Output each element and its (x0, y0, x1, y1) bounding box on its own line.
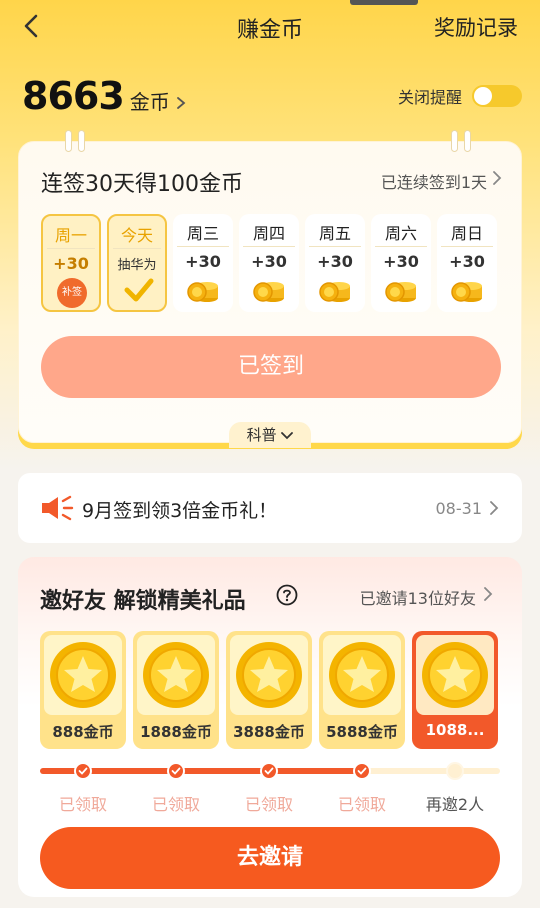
day-prize: 抽华为 (117, 258, 157, 273)
reward-status: 已领取 (337, 795, 386, 814)
star-coin-icon (44, 635, 122, 715)
coin-unit: 金币 (129, 90, 170, 114)
reward-amount: 3888金币 (233, 723, 305, 741)
checkin-title: 连签30天得100金币 (41, 172, 243, 197)
invited-count-link[interactable]: 已邀请13位好友 (360, 585, 476, 609)
top-bar: 赚金币 奖励记录 (0, 0, 540, 52)
reward-amount: 1088... (425, 721, 485, 739)
checkpoint-check-icon (260, 762, 278, 780)
signed-button[interactable]: 已签到 (41, 336, 501, 398)
notice-text: 9月签到领3倍金币礼！ (82, 500, 278, 522)
day-card-fri[interactable]: 周五 +30 (305, 214, 365, 312)
reward-amount: 5888金币 (326, 723, 398, 741)
reward-tier[interactable]: 1888金币 (133, 631, 219, 749)
invite-card: 邀好友 解锁精美礼品 已邀请13位好友 888金币 1888金币 3888金币 (18, 557, 522, 897)
reward-status: 已领取 (58, 795, 107, 814)
day-card-wed[interactable]: 周三 +30 (173, 214, 233, 312)
checkpoint-pending (446, 762, 464, 780)
day-card-thu[interactable]: 周四 +30 (239, 214, 299, 312)
reward-tiers: 888金币 1888金币 3888金币 5888金币 1088... (40, 631, 500, 749)
reward-status: 再邀2人 (425, 795, 485, 814)
coin-balance[interactable]: 8663 金币 (22, 74, 188, 118)
reward-tier[interactable]: 5888金币 (319, 631, 405, 749)
invite-title: 邀好友 解锁精美礼品 (40, 589, 246, 614)
notice-banner[interactable]: 9月签到领3倍金币礼！ 08-31 (18, 473, 522, 543)
day-card-today[interactable]: 今天 抽华为 (107, 214, 167, 312)
speaker-icon (42, 495, 74, 521)
binder-ring-icon (449, 130, 475, 152)
chevron-right-icon (490, 501, 499, 515)
day-points: +30 (449, 252, 485, 271)
checkpoint-check-icon (74, 762, 92, 780)
day-label: 周五 (318, 224, 351, 243)
go-invite-button[interactable]: 去邀请 (40, 827, 500, 889)
day-label: 今天 (120, 226, 153, 245)
star-coin-icon (137, 635, 215, 715)
kepu-toggle[interactable]: 科普 (229, 422, 311, 448)
star-coin-icon (230, 635, 308, 715)
help-icon[interactable] (276, 584, 298, 606)
toggle-knob (474, 87, 492, 105)
day-points: +30 (185, 252, 221, 271)
star-coin-icon (416, 635, 494, 715)
reward-status: 已领取 (244, 795, 293, 814)
coin-stack-icon (187, 282, 218, 302)
notice-date: 08-31 (435, 499, 483, 518)
reward-records-link[interactable]: 奖励记录 (434, 12, 518, 42)
reward-tier[interactable]: 888金币 (40, 631, 126, 749)
day-card-sat[interactable]: 周六 +30 (371, 214, 431, 312)
chevron-right-icon (176, 97, 186, 109)
day-label: 周日 (450, 224, 483, 243)
day-label: 周六 (384, 224, 417, 243)
day-points: +30 (383, 252, 419, 271)
checkin-card: 连签30天得100金币 已连续签到1天 周一 +30 补签 今天 抽华为 周三 … (18, 130, 522, 448)
day-points: +30 (251, 252, 287, 271)
reward-tier-next[interactable]: 1088... (412, 631, 498, 749)
day-points: +30 (317, 252, 353, 271)
reminder-setting: 关闭提醒 (398, 84, 522, 108)
day-points: +30 (53, 254, 89, 273)
week-days: 周一 +30 补签 今天 抽华为 周三 +30 周四 +30 周五 +30 周六… (41, 214, 501, 312)
reward-tier[interactable]: 3888金币 (226, 631, 312, 749)
day-card-mon[interactable]: 周一 +30 补签 (41, 214, 101, 312)
day-card-sun[interactable]: 周日 +30 (437, 214, 497, 312)
chevron-right-icon (493, 171, 502, 185)
makeup-badge[interactable]: 补签 (57, 278, 87, 308)
reward-amount: 888金币 (52, 723, 114, 741)
checkpoint-check-icon (353, 762, 371, 780)
checkmark-icon (124, 278, 154, 302)
coin-stack-icon (319, 282, 350, 302)
kepu-label: 科普 (246, 426, 277, 444)
coin-stack-icon (385, 282, 416, 302)
reminder-label: 关闭提醒 (397, 88, 462, 107)
coin-stack-icon (451, 282, 482, 302)
reward-amount: 1888金币 (140, 723, 212, 741)
invite-progress (40, 759, 500, 783)
reward-status: 已领取 (151, 795, 200, 814)
chevron-right-icon (484, 587, 493, 601)
coin-stack-icon (253, 282, 284, 302)
chevron-down-icon (281, 431, 294, 439)
day-label: 周四 (252, 224, 285, 243)
reminder-toggle[interactable] (472, 85, 522, 107)
day-label: 周一 (54, 226, 87, 245)
star-coin-icon (323, 635, 401, 715)
reward-states: 已领取 已领取 已领取 已领取 再邀2人 (40, 791, 500, 814)
checkpoint-check-icon (167, 762, 185, 780)
day-label: 周三 (186, 224, 219, 243)
coin-amount: 8663 (22, 74, 125, 118)
streak-link[interactable]: 已连续签到1天 (381, 169, 487, 193)
binder-ring-icon (63, 130, 89, 152)
